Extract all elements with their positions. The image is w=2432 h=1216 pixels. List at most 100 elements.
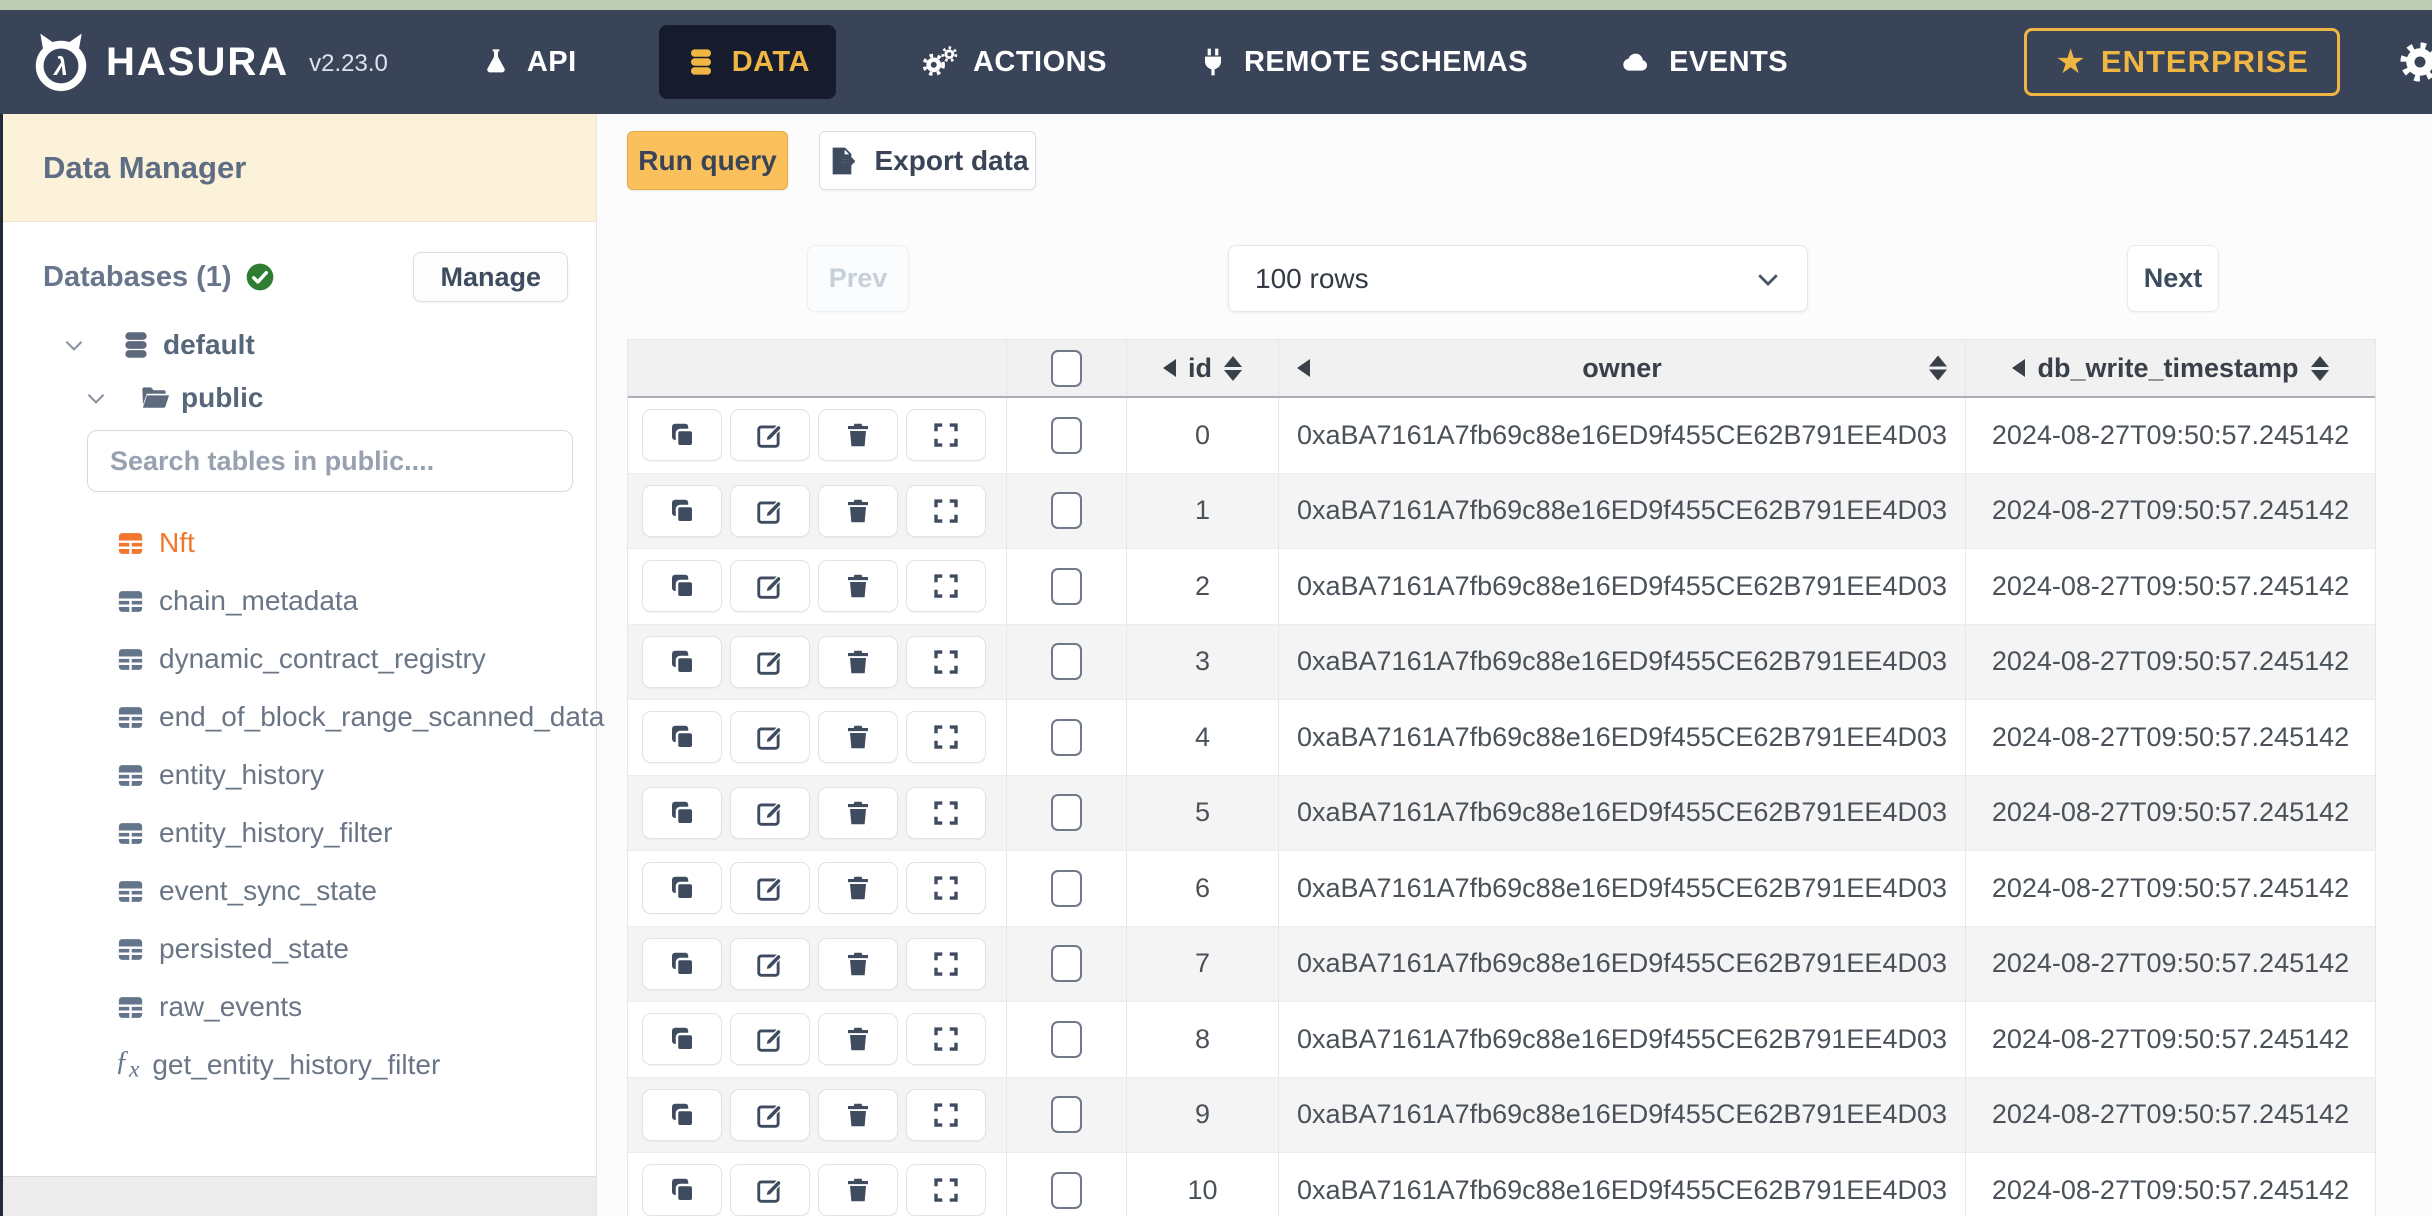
- row-checkbox[interactable]: [1051, 945, 1082, 983]
- tree-node-public[interactable]: public: [83, 382, 596, 414]
- table-row: 7 0xaBA7161A7fb69c88e16ED9f455CE62B791EE4…: [628, 926, 2375, 1002]
- column-header-id[interactable]: id: [1127, 340, 1279, 396]
- edit-row-button[interactable]: [730, 1013, 810, 1066]
- clone-row-button[interactable]: [642, 484, 722, 537]
- edit-row-button[interactable]: [730, 937, 810, 990]
- row-checkbox[interactable]: [1051, 1171, 1082, 1209]
- clone-row-button[interactable]: [642, 1164, 722, 1216]
- collapse-column-icon[interactable]: [2012, 359, 2026, 377]
- row-checkbox[interactable]: [1051, 794, 1082, 832]
- sidebar-table-nft[interactable]: Nft: [3, 514, 596, 572]
- nav-item-label: API: [526, 45, 577, 78]
- nav-item-events[interactable]: EVENTS: [1610, 25, 1796, 99]
- search-tables-input[interactable]: [87, 430, 573, 492]
- rows-per-page-select[interactable]: 100 rows: [1228, 245, 1808, 312]
- sidebar-table-event_sync_state[interactable]: event_sync_state: [3, 862, 596, 920]
- run-query-button[interactable]: Run query: [627, 131, 788, 190]
- delete-row-button[interactable]: [818, 1088, 898, 1141]
- clone-row-button[interactable]: [642, 862, 722, 915]
- sort-icon[interactable]: [1224, 355, 1242, 381]
- expand-row-button[interactable]: [906, 1013, 986, 1066]
- clone-row-button[interactable]: [642, 1013, 722, 1066]
- delete-row-button[interactable]: [818, 862, 898, 915]
- settings-gear-icon[interactable]: [2398, 40, 2432, 84]
- row-checkbox[interactable]: [1051, 416, 1082, 454]
- edit-row-button[interactable]: [730, 484, 810, 537]
- expand-row-button[interactable]: [906, 862, 986, 915]
- nav-item-api[interactable]: API: [472, 25, 585, 99]
- clone-row-button[interactable]: [642, 560, 722, 613]
- nav-item-actions[interactable]: ACTIONS: [910, 25, 1115, 99]
- sort-icon[interactable]: [1929, 355, 1947, 381]
- edit-row-button[interactable]: [730, 786, 810, 839]
- expand-row-button[interactable]: [906, 1088, 986, 1141]
- edit-row-button[interactable]: [730, 862, 810, 915]
- delete-row-button[interactable]: [818, 635, 898, 688]
- row-checkbox[interactable]: [1051, 869, 1082, 907]
- export-data-button[interactable]: Export data: [819, 131, 1036, 190]
- nav-item-data[interactable]: DATA: [658, 25, 836, 99]
- sidebar-table-persisted_state[interactable]: persisted_state: [3, 920, 596, 978]
- chevron-down-icon[interactable]: [83, 385, 109, 411]
- edit-row-button[interactable]: [730, 1164, 810, 1216]
- table-body: 0 0xaBA7161A7fb69c88e16ED9f455CE62B791EE4…: [628, 398, 2375, 1216]
- row-checkbox[interactable]: [1051, 1020, 1082, 1058]
- next-page-button[interactable]: Next: [2127, 245, 2219, 312]
- delete-row-button[interactable]: [818, 1013, 898, 1066]
- edit-icon: [755, 949, 785, 979]
- sidebar-table-entity_history[interactable]: entity_history: [3, 746, 596, 804]
- delete-row-button[interactable]: [818, 560, 898, 613]
- edit-row-button[interactable]: [730, 560, 810, 613]
- clone-row-button[interactable]: [642, 409, 722, 462]
- clone-row-button[interactable]: [642, 937, 722, 990]
- expand-row-button[interactable]: [906, 786, 986, 839]
- edit-row-button[interactable]: [730, 635, 810, 688]
- collapse-column-icon[interactable]: [1163, 359, 1176, 377]
- expand-row-button[interactable]: [906, 1164, 986, 1216]
- edit-row-button[interactable]: [730, 711, 810, 764]
- expand-icon: [931, 647, 961, 677]
- chevron-down-icon[interactable]: [61, 332, 87, 358]
- delete-row-button[interactable]: [818, 937, 898, 990]
- sidebar-table-entity_history_filter[interactable]: entity_history_filter: [3, 804, 596, 862]
- column-header-owner[interactable]: owner: [1279, 340, 1966, 396]
- sidebar-table-raw_events[interactable]: raw_events: [3, 978, 596, 1036]
- delete-row-button[interactable]: [818, 409, 898, 462]
- prev-page-button[interactable]: Prev: [807, 245, 909, 312]
- delete-row-button[interactable]: [818, 484, 898, 537]
- expand-row-button[interactable]: [906, 484, 986, 537]
- collapse-column-icon[interactable]: [1297, 359, 1310, 377]
- expand-row-button[interactable]: [906, 560, 986, 613]
- sidebar-table-dynamic_contract_registry[interactable]: dynamic_contract_registry: [3, 630, 596, 688]
- clone-row-button[interactable]: [642, 1088, 722, 1141]
- row-checkbox[interactable]: [1051, 492, 1082, 530]
- row-checkbox[interactable]: [1051, 1096, 1082, 1134]
- delete-row-button[interactable]: [818, 786, 898, 839]
- sort-icon[interactable]: [2310, 355, 2329, 381]
- clone-row-button[interactable]: [642, 711, 722, 764]
- row-checkbox[interactable]: [1051, 567, 1082, 605]
- tree-node-default[interactable]: default: [61, 328, 596, 362]
- edit-row-button[interactable]: [730, 409, 810, 462]
- expand-row-button[interactable]: [906, 937, 986, 990]
- row-checkbox[interactable]: [1051, 718, 1082, 756]
- row-checkbox[interactable]: [1051, 643, 1082, 681]
- clone-row-button[interactable]: [642, 786, 722, 839]
- expand-row-button[interactable]: [906, 409, 986, 462]
- table-name: event_sync_state: [159, 875, 377, 906]
- edit-row-button[interactable]: [730, 1088, 810, 1141]
- nav-item-remote-schemas[interactable]: REMOTE SCHEMAS: [1189, 25, 1536, 99]
- enterprise-button[interactable]: ★ ENTERPRISE: [2024, 28, 2340, 96]
- delete-row-button[interactable]: [818, 1164, 898, 1216]
- delete-row-button[interactable]: [818, 711, 898, 764]
- expand-row-button[interactable]: [906, 635, 986, 688]
- sidebar-table-get_entity_history_filter[interactable]: ƒx get_entity_history_filter: [3, 1036, 596, 1094]
- sidebar-table-chain_metadata[interactable]: chain_metadata: [3, 572, 596, 630]
- brand[interactable]: λ HASURA v2.23.0: [30, 31, 388, 93]
- select-all-checkbox[interactable]: [1051, 349, 1082, 387]
- sidebar-table-end_of_block_range_scanned_data[interactable]: end_of_block_range_scanned_data: [3, 688, 604, 746]
- column-header-db_write_timestamp[interactable]: db_write_timestamp: [1966, 340, 2375, 396]
- clone-row-button[interactable]: [642, 635, 722, 688]
- manage-button[interactable]: Manage: [413, 252, 568, 302]
- expand-row-button[interactable]: [906, 711, 986, 764]
